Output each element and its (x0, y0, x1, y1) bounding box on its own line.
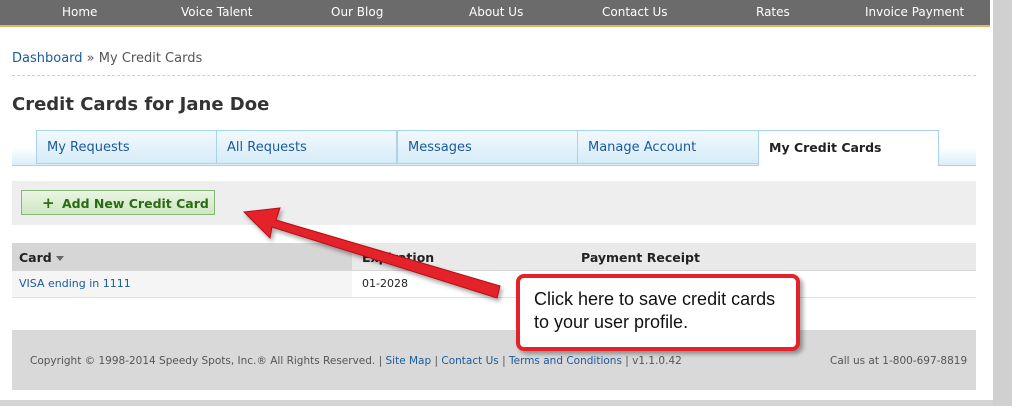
column-header-expiration[interactable]: Expiration (362, 250, 434, 265)
card-link[interactable]: VISA ending in 1111 (19, 277, 131, 290)
breadcrumb: Dashboard » My Credit Cards (12, 51, 202, 66)
footer-link-contact-us[interactable]: Contact Us (441, 355, 498, 367)
tab-messages[interactable]: Messages (397, 130, 578, 164)
column-header-payment-receipt[interactable]: Payment Receipt (581, 250, 700, 265)
footer-sep: | (434, 355, 439, 367)
breadcrumb-dashboard[interactable]: Dashboard (12, 51, 83, 66)
tab-manage-account[interactable]: Manage Account (577, 130, 759, 164)
callout-box: Click here to save credit cards to your … (516, 274, 800, 351)
nav-home[interactable]: Home (62, 5, 97, 19)
breadcrumb-separator: » (86, 51, 95, 66)
page-title: Credit Cards for Jane Doe (12, 94, 270, 115)
nav-rates[interactable]: Rates (756, 5, 790, 19)
footer-sep: | (502, 355, 506, 367)
footer-text: Copyright © 1998-2014 Speedy Spots, Inc.… (30, 355, 682, 367)
nav-voice-talent[interactable]: Voice Talent (181, 5, 252, 19)
add-credit-card-button[interactable]: + Add New Credit Card (21, 190, 215, 215)
table-row (12, 271, 976, 298)
nav-our-blog[interactable]: Our Blog (331, 5, 383, 19)
tab-label: My Requests (47, 140, 130, 155)
sort-caret-icon[interactable] (56, 256, 64, 261)
right-gutter (993, 0, 1012, 406)
tab-label: Messages (408, 140, 472, 155)
table-header (12, 243, 976, 271)
footer-phone: Call us at 1-800-697-8819 (830, 355, 968, 367)
nav-invoice-payment[interactable]: Invoice Payment (865, 5, 964, 19)
footer-sep: | (625, 355, 629, 367)
breadcrumb-current: My Credit Cards (98, 51, 203, 66)
tab-my-requests[interactable]: My Requests (36, 130, 217, 164)
footer-sep: | (378, 355, 383, 367)
footer-link-terms[interactable]: Terms and Conditions (509, 355, 622, 367)
version: v1.1.0.42 (632, 355, 682, 367)
plus-icon: + (42, 194, 55, 212)
nav-about-us[interactable]: About Us (469, 5, 523, 19)
tab-my-credit-cards[interactable]: My Credit Cards (758, 130, 939, 166)
tab-label: Manage Account (588, 140, 697, 155)
top-nav: Home Voice Talent Our Blog About Us Cont… (0, 0, 990, 27)
tab-all-requests[interactable]: All Requests (216, 130, 397, 164)
tab-label: My Credit Cards (769, 140, 882, 155)
callout-text: Click here to save credit cards to your … (534, 289, 776, 332)
footer-link-site-map[interactable]: Site Map (386, 355, 432, 367)
card-expiration: 01-2028 (362, 277, 408, 290)
add-credit-card-label: Add New Credit Card (62, 196, 209, 211)
column-header-card[interactable]: Card (19, 250, 52, 265)
copyright: Copyright © 1998-2014 Speedy Spots, Inc.… (30, 355, 376, 367)
tab-label: All Requests (227, 140, 307, 155)
nav-contact-us[interactable]: Contact Us (602, 5, 668, 19)
divider (12, 75, 976, 76)
